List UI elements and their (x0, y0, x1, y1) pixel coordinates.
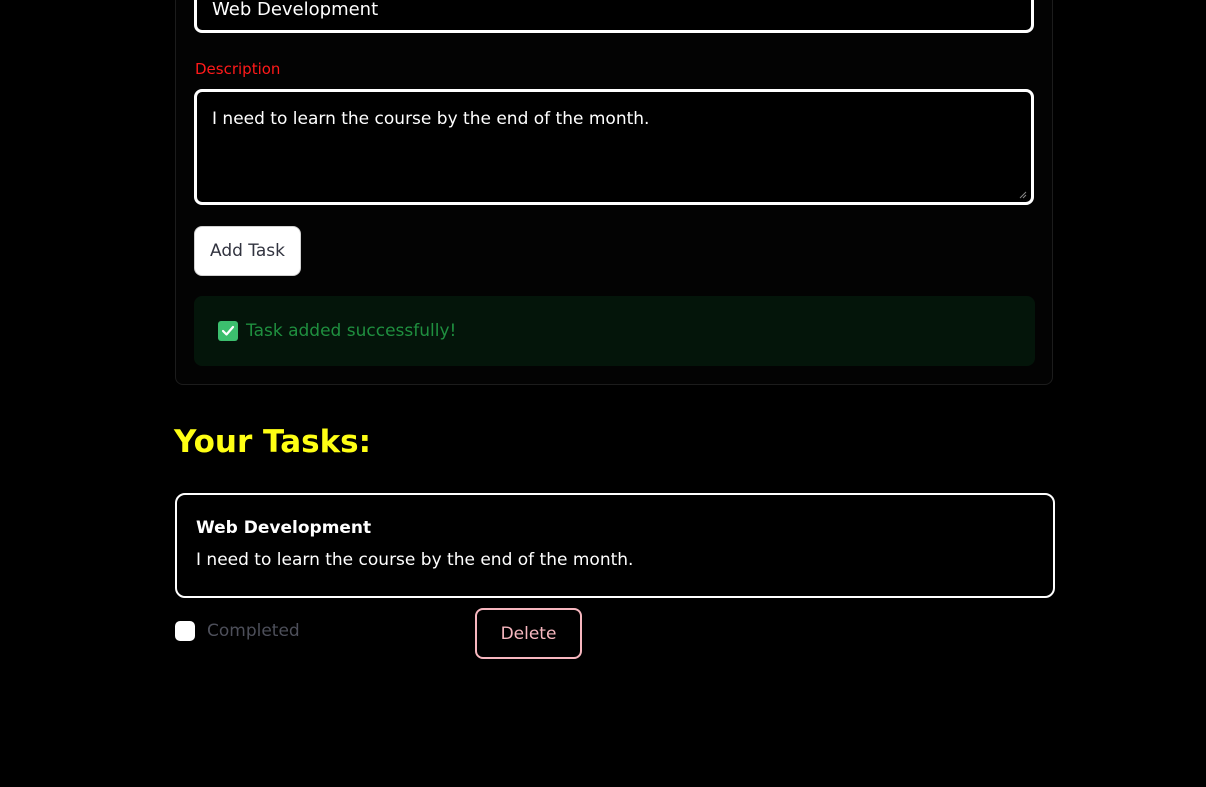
completed-label: Completed (207, 621, 300, 641)
description-textarea[interactable]: I need to learn the course by the end of… (194, 89, 1034, 205)
task-title: Web Development (196, 518, 372, 538)
task-title-input-value: Web Development (212, 0, 379, 20)
completed-checkbox[interactable] (175, 621, 195, 641)
task-title-input[interactable]: Web Development (194, 0, 1034, 33)
resize-grip-icon[interactable] (1019, 191, 1027, 199)
page: Web Development Description I need to le… (0, 0, 1206, 787)
check-square-icon (218, 321, 238, 341)
tasks-heading: Your Tasks: (174, 424, 372, 460)
description-textarea-value: I need to learn the course by the end of… (212, 109, 650, 129)
completed-checkbox-row[interactable]: Completed (175, 621, 300, 641)
success-message: Task added successfully! (246, 321, 457, 341)
add-task-button[interactable]: Add Task (194, 226, 301, 276)
description-label: Description (195, 60, 281, 78)
success-alert: Task added successfully! (194, 296, 1035, 366)
task-description: I need to learn the course by the end of… (196, 550, 634, 570)
delete-button[interactable]: Delete (475, 608, 582, 659)
task-card: Web Development I need to learn the cour… (175, 493, 1055, 598)
